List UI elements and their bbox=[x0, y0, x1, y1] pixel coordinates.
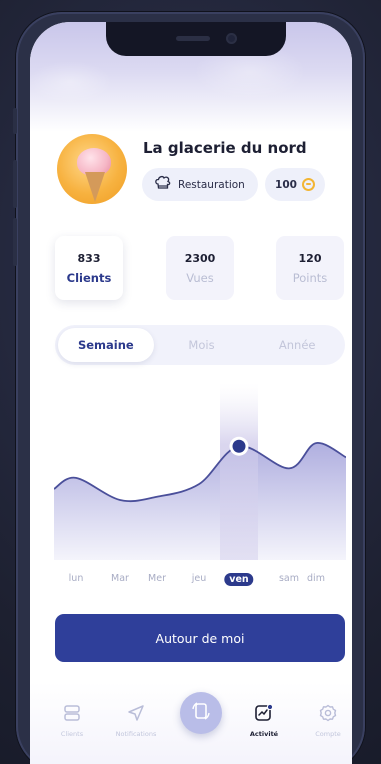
stat-clients-label: Clients bbox=[66, 270, 112, 285]
points-chip[interactable]: 100 bbox=[265, 168, 325, 201]
activity-area bbox=[54, 442, 346, 560]
points-value: 100 bbox=[275, 178, 297, 191]
day-axis: lun Mar Mer jeu ven sam dim bbox=[54, 573, 346, 593]
day-label-mar[interactable]: Mar bbox=[111, 573, 129, 584]
day-label-sam[interactable]: sam bbox=[279, 573, 299, 584]
stat-vues[interactable]: 2300 Vues bbox=[166, 236, 234, 300]
tab-semaine[interactable]: Semaine bbox=[58, 328, 154, 362]
ice-cream-cone bbox=[85, 172, 105, 202]
stat-vues-value: 2300 bbox=[184, 251, 216, 265]
shop-name: La glacerie du nord bbox=[143, 139, 307, 157]
stat-vues-label: Vues bbox=[186, 270, 214, 285]
day-label-lun[interactable]: lun bbox=[69, 573, 84, 584]
day-label-mer[interactable]: Mer bbox=[148, 573, 166, 584]
stat-clients-value: 833 bbox=[77, 251, 101, 265]
tab-mois[interactable]: Mois bbox=[154, 328, 250, 362]
shop-avatar[interactable] bbox=[57, 134, 127, 204]
stat-points[interactable]: 120 Points bbox=[276, 236, 344, 300]
stat-points-label: Points bbox=[292, 270, 328, 285]
category-label: Restauration bbox=[178, 178, 245, 191]
chef-hat-icon bbox=[154, 175, 172, 194]
category-chip[interactable]: Restauration bbox=[142, 168, 258, 201]
coin-icon bbox=[301, 178, 315, 191]
selected-point[interactable] bbox=[232, 439, 246, 453]
activity-chart bbox=[54, 382, 346, 560]
period-selector: Semaine Mois Année bbox=[55, 325, 345, 365]
stat-clients[interactable]: 833 Clients bbox=[55, 236, 123, 300]
around-me-button[interactable]: Autour de moi bbox=[55, 614, 345, 662]
day-label-ven[interactable]: ven bbox=[224, 573, 254, 586]
day-label-dim[interactable]: dim bbox=[307, 573, 325, 584]
day-label-jeu[interactable]: jeu bbox=[192, 573, 207, 584]
phone-notch bbox=[106, 22, 286, 56]
tab-annee[interactable]: Année bbox=[249, 328, 345, 362]
stat-points-value: 120 bbox=[298, 251, 322, 265]
highlight-column-overlay bbox=[220, 382, 258, 560]
